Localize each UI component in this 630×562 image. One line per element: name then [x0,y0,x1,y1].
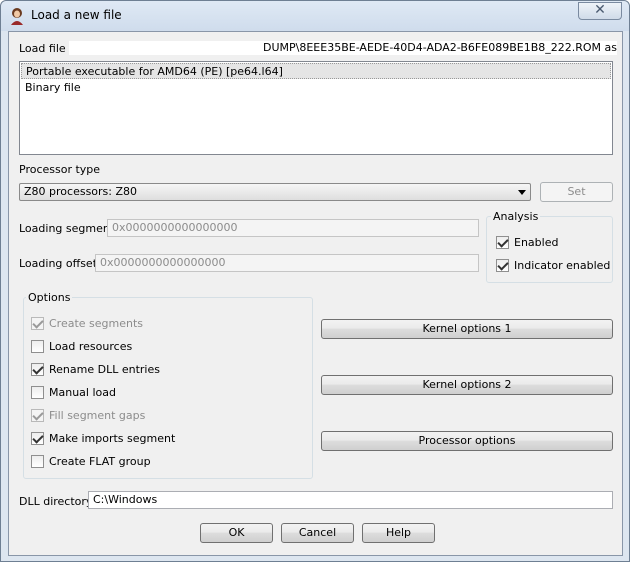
processor-type-select[interactable]: Z80 processors: Z80 [19,183,531,201]
processor-type-value: Z80 processors: Z80 [24,185,138,198]
app-icon [11,8,23,25]
dll-directory-label: DLL directory [19,495,93,508]
checkbox-box[interactable] [31,340,44,353]
analysis-title: Analysis [491,210,541,223]
manual-load-checkbox[interactable]: Manual load [31,385,231,401]
checkbox-label: Manual load [49,386,116,399]
kernel-options-1-button[interactable]: Kernel options 1 [321,319,613,339]
checkbox-label: Enabled [514,236,559,249]
indicator-enabled-checkbox[interactable]: Indicator enabled [496,258,611,274]
options-title: Options [26,291,73,304]
close-button[interactable]: ✕ [578,2,622,20]
create-flat-group-checkbox[interactable]: Create FLAT group [31,454,231,470]
file-path: DUMP\8EEE35BE-AEDE-40D4-ADA2-B6FE089BE1B… [69,41,617,55]
checkbox-label: Create FLAT group [49,455,151,468]
load-resources-checkbox[interactable]: Load resources [31,339,231,355]
analysis-enabled-checkbox[interactable]: Enabled [496,235,606,251]
loading-segment-field[interactable]: 0x0000000000000000 [107,219,479,237]
cancel-button[interactable]: Cancel [281,523,354,543]
title-bar[interactable]: Load a new file ✕ [1,1,629,31]
help-button[interactable]: Help [362,523,435,543]
checkbox-box[interactable] [31,455,44,468]
fill-segment-gaps-checkbox[interactable]: Fill segment gaps [31,408,231,424]
checkbox-box[interactable] [31,409,44,422]
set-button[interactable]: Set [540,182,613,202]
window-title: Load a new file [31,8,122,22]
checkbox-box[interactable] [496,236,509,249]
checkbox-box[interactable] [31,317,44,330]
make-imports-segment-checkbox[interactable]: Make imports segment [31,431,231,447]
ok-button[interactable]: OK [200,523,273,543]
checkbox-label: Indicator enabled [514,259,611,272]
close-icon: ✕ [594,2,606,18]
checkbox-label: Make imports segment [49,432,176,445]
checkbox-box[interactable] [496,259,509,272]
checkbox-label: Rename DLL entries [49,363,160,376]
loading-segment-label: Loading segment [19,222,115,235]
loading-offset-label: Loading offset [19,257,98,270]
load-file-label: Load file [19,42,66,55]
create-segments-checkbox[interactable]: Create segments [31,316,231,332]
checkbox-box[interactable] [31,386,44,399]
rename-dll-entries-checkbox[interactable]: Rename DLL entries [31,362,231,378]
checkbox-label: Fill segment gaps [49,409,146,422]
checkbox-box[interactable] [31,432,44,445]
kernel-options-2-button[interactable]: Kernel options 2 [321,375,613,395]
dll-directory-field[interactable]: C:\Windows [88,491,613,509]
load-file-dialog: Load a new file ✕ Load file DUMP\8EEE35B… [0,0,630,562]
list-item[interactable]: Portable executable for AMD64 (PE) [pe64… [21,63,611,79]
loader-list[interactable]: Portable executable for AMD64 (PE) [pe64… [19,61,613,155]
checkbox-label: Create segments [49,317,144,330]
chevron-down-icon [518,190,526,195]
processor-options-button[interactable]: Processor options [321,431,613,451]
dialog-body: Load file DUMP\8EEE35BE-AEDE-40D4-ADA2-B… [8,31,623,556]
checkbox-label: Load resources [49,340,133,353]
loading-offset-field[interactable]: 0x0000000000000000 [95,254,479,272]
list-item[interactable]: Binary file [21,80,611,96]
processor-type-label: Processor type [19,163,101,176]
checkbox-box[interactable] [31,363,44,376]
